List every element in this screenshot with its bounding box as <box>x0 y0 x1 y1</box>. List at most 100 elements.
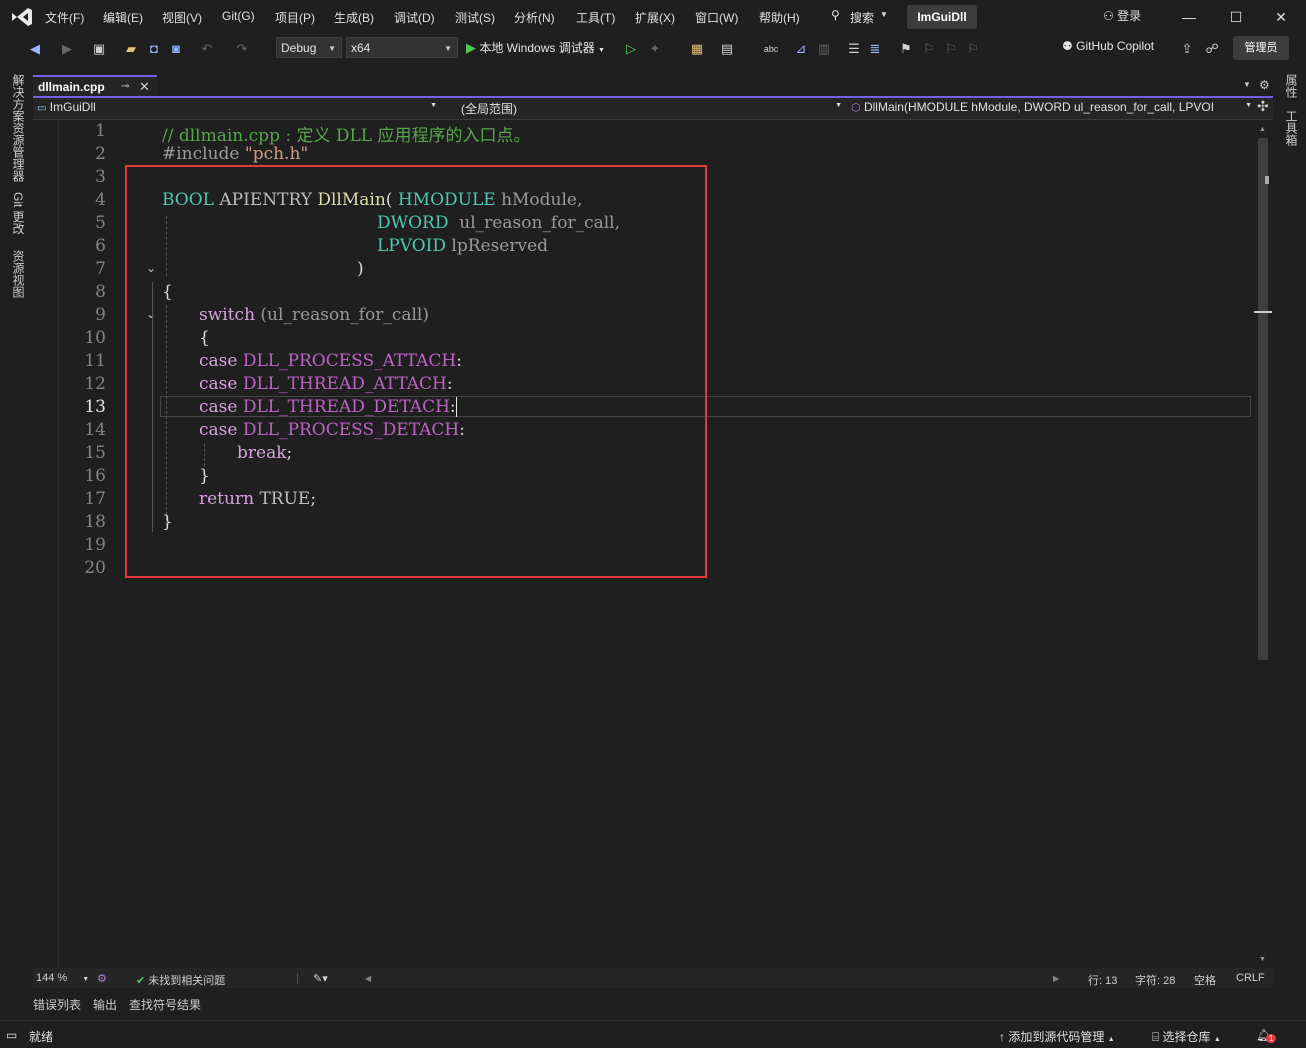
menu-test[interactable]: 测试(S) <box>455 9 495 26</box>
code-cleanup-icon[interactable]: ✎▾ <box>313 972 328 985</box>
select-repository-button[interactable]: ⌸ 选择仓库 ▲ <box>1152 1028 1221 1045</box>
sign-in-button[interactable]: ⚇ 登录 <box>1103 7 1141 24</box>
git-changes-tab[interactable]: Git 更改 <box>10 192 27 235</box>
line-number: 10 <box>84 328 106 348</box>
save-icon[interactable]: ◘ <box>145 40 163 58</box>
redo-icon[interactable]: ↷ <box>233 40 251 58</box>
pin-icon[interactable]: ⊸ <box>121 81 129 92</box>
menu-file[interactable]: 文件(F) <box>45 9 84 26</box>
menu-build[interactable]: 生成(B) <box>334 9 374 26</box>
solution-explorer-icon[interactable]: ▦ <box>688 40 706 58</box>
solution-platform-dropdown[interactable]: x64 ▼ <box>346 37 458 58</box>
live-share-icon[interactable]: ⇪ <box>1178 40 1196 58</box>
previous-bookmark-icon[interactable]: ⚐ <box>920 40 938 58</box>
account-icon: ⚇ <box>1103 9 1114 23</box>
next-bookmark-icon[interactable]: ⚐ <box>942 40 960 58</box>
minimize-icon[interactable]: — <box>1174 6 1204 28</box>
project-dropdown[interactable]: ▭ ImGuiDll ▼ <box>37 100 439 117</box>
settings-gear-icon[interactable]: ⚙ <box>1259 78 1270 92</box>
issues-label: 未找到相关问题 <box>148 975 226 987</box>
spellcheck-icon[interactable]: abc <box>762 40 780 58</box>
menu-project[interactable]: 项目(P) <box>275 9 315 26</box>
project-icon: ▭ <box>37 103 47 114</box>
solution-configuration-dropdown[interactable]: Debug ▼ <box>276 37 342 58</box>
gutter-separator <box>58 120 59 968</box>
undo-icon[interactable]: ↶ <box>198 40 216 58</box>
line-indicator[interactable]: 行: 13 <box>1088 972 1117 988</box>
document-tab-label: dllmain.cpp <box>38 80 105 94</box>
menu-view[interactable]: 视图(V) <box>162 9 202 26</box>
notifications-button[interactable]: 🔔︎ 1 <box>1256 1028 1277 1043</box>
close-tab-icon[interactable]: ✕ <box>139 79 150 95</box>
github-copilot-button[interactable]: ⚉ GitHub Copilot <box>1062 39 1154 53</box>
menu-analyze[interactable]: 分析(N) <box>514 9 555 26</box>
menu-extensions[interactable]: 扩展(X) <box>635 9 675 26</box>
zoom-value: 144 % <box>36 972 68 984</box>
chevron-down-icon: ▼ <box>82 976 90 983</box>
properties-tab[interactable]: 属性 <box>1283 74 1300 98</box>
visual-studio-logo-icon[interactable] <box>10 6 34 28</box>
close-window-icon[interactable]: ✕ <box>1266 6 1296 28</box>
tab-list-dropdown-icon[interactable]: ▼ <box>1243 80 1251 89</box>
code-line-1: // dllmain.cpp : 定义 DLL 应用程序的入口点。 <box>162 121 531 146</box>
tab-error-list[interactable]: 错误列表 <box>33 996 81 1013</box>
start-debugging-button[interactable]: ▶ 本地 Windows 调试器 ▼ <box>466 39 605 56</box>
zoom-dropdown[interactable]: 144 % ▼ <box>36 972 89 984</box>
solution-explorer-tab[interactable]: 解决方案资源管理器 <box>10 74 27 182</box>
scope-dropdown[interactable]: (全局范围) ▼ <box>461 100 844 117</box>
chevron-down-icon: ▼ <box>880 10 888 19</box>
scroll-down-icon[interactable]: ▼ <box>1259 956 1266 963</box>
resource-view-tab[interactable]: 资源视图 <box>10 250 27 298</box>
toolbox-tab[interactable]: 工具箱 <box>1283 110 1300 146</box>
layout-icon[interactable]: ▤ <box>718 40 736 58</box>
chevron-up-icon: ▲ <box>1107 1036 1115 1043</box>
scrollbar-thumb[interactable] <box>1258 138 1268 660</box>
comment-icon[interactable]: ▥ <box>815 40 833 58</box>
open-file-icon[interactable]: ▰ <box>122 40 140 58</box>
line-number: 17 <box>84 489 106 509</box>
document-tab[interactable]: dllmain.cpp ⊸ ✕ <box>33 75 157 97</box>
line-ending-indicator[interactable]: CRLF <box>1236 972 1265 984</box>
step-icon[interactable]: ⊿ <box>792 40 810 58</box>
line-number: 9 <box>95 305 106 325</box>
scroll-up-icon[interactable]: ▲ <box>1259 126 1266 133</box>
chevron-down-icon: ▼ <box>835 102 842 109</box>
issues-indicator[interactable]: ✔ 未找到相关问题 <box>136 972 225 988</box>
line-number: 1 <box>95 121 106 141</box>
scroll-left-icon[interactable]: ◀ <box>365 974 371 983</box>
save-all-icon[interactable]: ◙ <box>167 40 185 58</box>
search-icon: ⚲ <box>831 8 840 22</box>
menu-tools[interactable]: 工具(T) <box>576 9 615 26</box>
tab-output[interactable]: 输出 <box>93 996 117 1013</box>
navigate-forward-icon[interactable]: ▶ <box>58 40 76 58</box>
line-number: 6 <box>95 236 106 256</box>
indent-icon[interactable]: ≣ <box>866 40 884 58</box>
sign-in-label: 登录 <box>1117 9 1142 23</box>
whitespace-indicator[interactable]: 空格 <box>1194 972 1216 988</box>
split-window-icon[interactable]: ✣ <box>1257 98 1269 115</box>
status-bar: ▭ 就绪 ↑ 添加到源代码管理 ▲ ⌸ 选择仓库 ▲ 🔔︎ 1 <box>0 1020 1306 1048</box>
hot-reload-icon[interactable]: ✦ <box>646 40 664 58</box>
new-project-icon[interactable]: ▣ <box>90 40 108 58</box>
feedback-icon[interactable]: ☍ <box>1203 40 1221 58</box>
menu-window[interactable]: 窗口(W) <box>695 9 738 26</box>
add-to-source-control-button[interactable]: ↑ 添加到源代码管理 ▲ <box>999 1028 1115 1045</box>
bookmark-icon[interactable]: ⚑ <box>897 40 915 58</box>
menu-edit[interactable]: 编辑(E) <box>103 9 143 26</box>
navigate-back-icon[interactable]: ◀ <box>26 40 44 58</box>
char-indicator[interactable]: 字符: 28 <box>1135 972 1175 988</box>
menu-git[interactable]: Git(G) <box>222 9 255 23</box>
member-dropdown[interactable]: ⬡ DllMain(HMODULE hModule, DWORD ul_reas… <box>851 100 1254 117</box>
menu-help[interactable]: 帮助(H) <box>759 9 800 26</box>
menu-debug[interactable]: 调试(D) <box>394 9 435 26</box>
intellicode-icon[interactable]: ⚙ <box>97 972 107 985</box>
clear-bookmarks-icon[interactable]: ⚐ <box>964 40 982 58</box>
line-number: 3 <box>95 167 106 187</box>
outdent-icon[interactable]: ☰ <box>845 40 863 58</box>
project-name-badge[interactable]: ImGuiDll <box>907 5 977 29</box>
tab-find-symbol-results[interactable]: 查找符号结果 <box>129 996 201 1013</box>
scroll-right-icon[interactable]: ▶ <box>1053 974 1059 983</box>
status-message-icon: ▭ <box>6 1028 18 1042</box>
maximize-icon[interactable]: ☐ <box>1221 6 1251 28</box>
start-without-debugging-icon[interactable]: ▷ <box>622 40 640 58</box>
